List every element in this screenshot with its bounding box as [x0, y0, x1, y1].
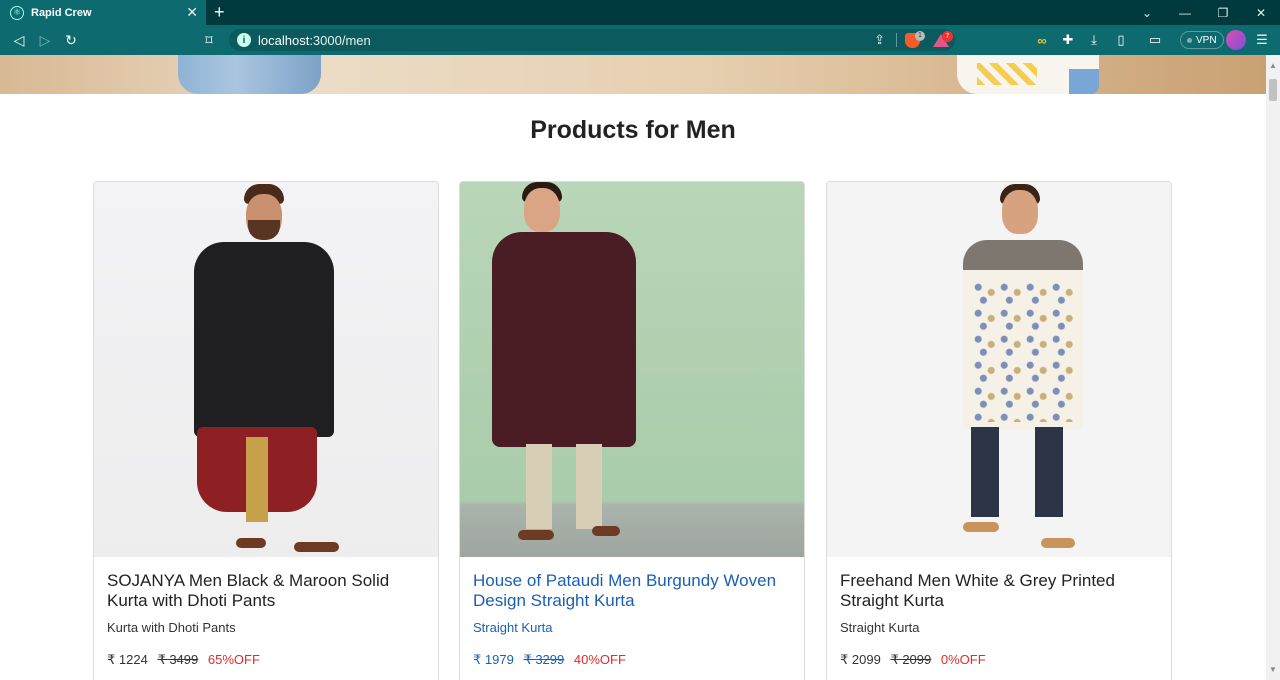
- omnibox-divider: [896, 33, 897, 47]
- page-title: Products for Men: [530, 116, 736, 144]
- scroll-down-icon[interactable]: ▼: [1269, 665, 1277, 674]
- browser-tab[interactable]: ⚛ Rapid Crew ✕: [0, 0, 206, 25]
- profile-avatar[interactable]: [1226, 30, 1246, 50]
- tab-strip: ⚛ Rapid Crew ✕ + ⌄ — ❐ ✕: [0, 0, 1280, 25]
- rewards-count-badge: 7: [942, 31, 953, 42]
- product-discount: 65%OFF: [207, 652, 260, 667]
- product-mrp: ₹ 2099: [890, 652, 932, 667]
- scroll-up-icon[interactable]: ▲: [1269, 61, 1277, 70]
- product-card[interactable]: Freehand Men White & Grey Printed Straig…: [826, 181, 1172, 680]
- site-info-icon[interactable]: i: [237, 33, 251, 47]
- bookmark-icon[interactable]: ⌑: [198, 29, 220, 51]
- product-category: Kurta with Dhoti Pants: [107, 620, 236, 635]
- restore-icon[interactable]: ❐: [1204, 0, 1242, 25]
- wallet-icon[interactable]: ▭: [1144, 29, 1166, 51]
- banner-model-left: [178, 55, 321, 94]
- minimize-icon[interactable]: —: [1166, 0, 1204, 25]
- product-image[interactable]: [827, 182, 1171, 557]
- shields-count-badge: 1: [915, 31, 925, 41]
- product-name[interactable]: House of Pataudi Men Burgundy Woven Desi…: [473, 571, 793, 611]
- product-card[interactable]: SOJANYA Men Black & Maroon Solid Kurta w…: [93, 181, 439, 680]
- product-card[interactable]: House of Pataudi Men Burgundy Woven Desi…: [459, 181, 805, 680]
- menu-icon[interactable]: ☰: [1251, 29, 1273, 51]
- page-scrollbar[interactable]: ▲ ▼: [1266, 55, 1280, 680]
- hero-banner: [0, 55, 1266, 94]
- new-tab-button[interactable]: +: [214, 1, 225, 23]
- product-category: Straight Kurta: [473, 620, 553, 635]
- product-price: ₹ 2099: [840, 652, 881, 667]
- product-price: ₹ 1979: [473, 652, 514, 667]
- forward-icon[interactable]: ▷: [34, 29, 56, 51]
- close-window-icon[interactable]: ✕: [1242, 0, 1280, 25]
- tab-search-chevron-icon[interactable]: ⌄: [1128, 0, 1166, 25]
- product-discount: 40%OFF: [573, 652, 626, 667]
- tab-title: Rapid Crew: [31, 6, 92, 19]
- product-image[interactable]: [94, 182, 438, 557]
- product-price-row: ₹ 1979 ₹ 3299 40%OFF: [473, 652, 793, 668]
- extensions-puzzle-icon[interactable]: ✚: [1057, 29, 1079, 51]
- address-bar[interactable]: i localhost:3000/men ⇪: [229, 29, 955, 51]
- scrollbar-thumb[interactable]: [1269, 79, 1277, 101]
- product-discount: 0%OFF: [940, 652, 986, 667]
- product-name[interactable]: Freehand Men White & Grey Printed Straig…: [840, 571, 1160, 611]
- back-icon[interactable]: ◁: [8, 29, 30, 51]
- product-image[interactable]: [460, 182, 804, 557]
- react-logo-icon: ⚛: [10, 5, 24, 20]
- url-text[interactable]: localhost:3000/men: [258, 33, 371, 48]
- vpn-button[interactable]: VPN: [1180, 31, 1224, 49]
- page-viewport: Products for Men SOJANYA Men Black & Mar…: [0, 55, 1266, 680]
- downloads-icon[interactable]: ⤓: [1083, 29, 1105, 51]
- product-price-row: ₹ 2099 ₹ 2099 0%OFF: [840, 652, 1160, 668]
- product-category: Straight Kurta: [840, 620, 920, 635]
- sidebar-icon[interactable]: ▯: [1110, 29, 1132, 51]
- reload-icon[interactable]: ↻: [60, 29, 82, 51]
- tab-close-icon[interactable]: ✕: [186, 4, 198, 21]
- product-mrp: ₹ 3499: [157, 652, 199, 667]
- vpn-status-dot: [1187, 37, 1192, 43]
- product-name[interactable]: SOJANYA Men Black & Maroon Solid Kurta w…: [107, 571, 427, 611]
- product-price-row: ₹ 1224 ₹ 3499 65%OFF: [107, 652, 427, 668]
- product-price: ₹ 1224: [107, 652, 148, 667]
- share-icon[interactable]: ⇪: [874, 32, 885, 48]
- banner-model-right-jeans: [1069, 69, 1099, 94]
- product-mrp: ₹ 3299: [523, 652, 565, 667]
- infinity-extension-icon[interactable]: ∞: [1031, 29, 1053, 51]
